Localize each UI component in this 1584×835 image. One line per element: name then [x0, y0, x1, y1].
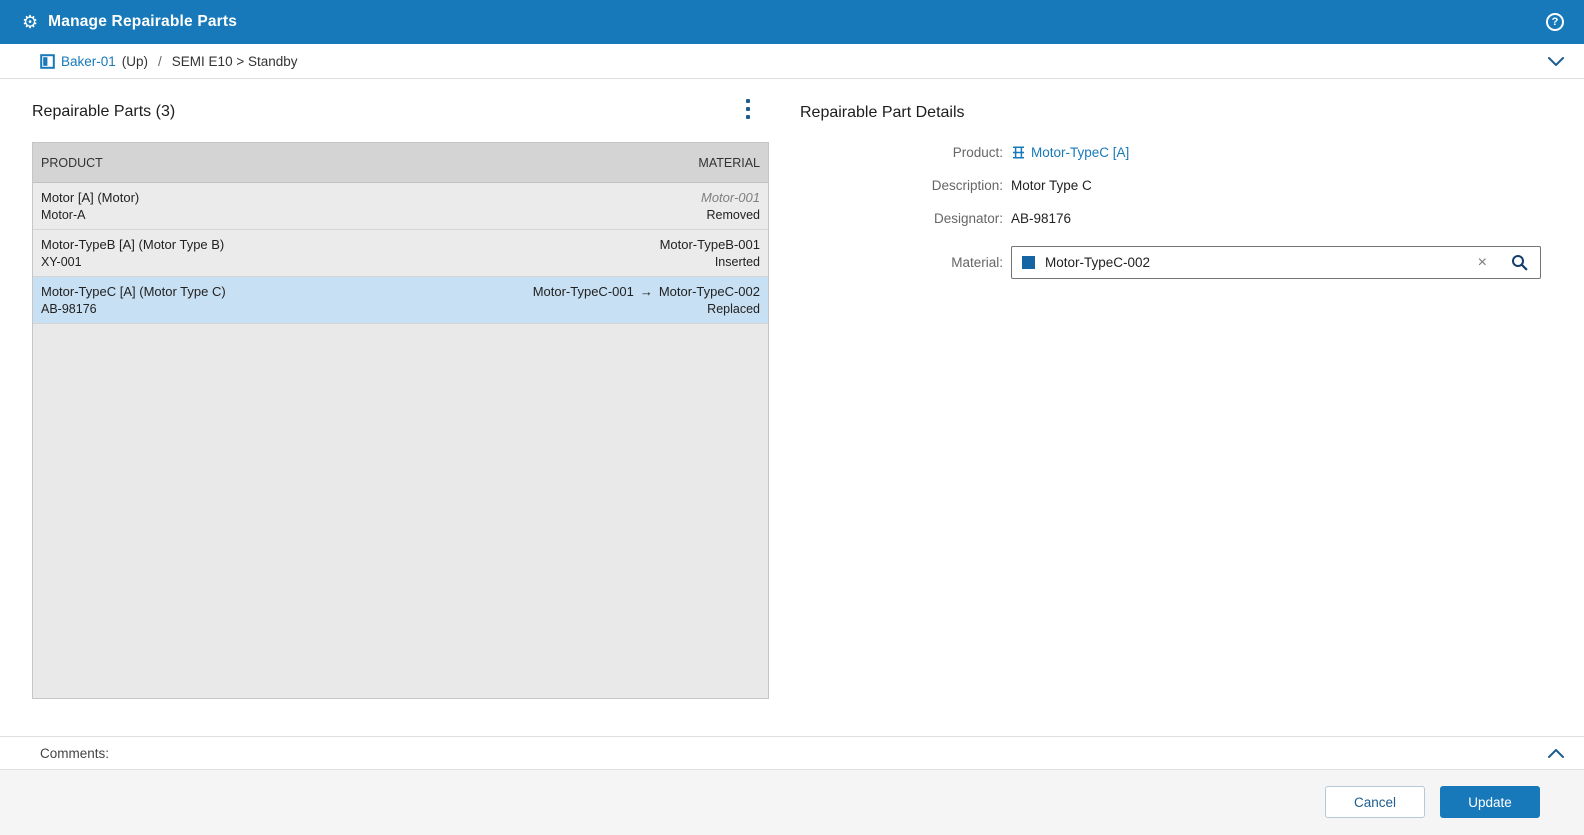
column-header-product[interactable]: PRODUCT: [41, 156, 103, 170]
product-designator: XY-001: [41, 254, 82, 269]
parts-panel-title: Repairable Parts (3): [32, 103, 176, 120]
details-panel-title: Repairable Part Details: [800, 104, 965, 121]
breadcrumb-path: SEMI E10 > Standby: [171, 53, 298, 69]
product-link[interactable]: Motor-TypeC [A]: [1011, 145, 1129, 160]
material-input-value: Motor-TypeC-002: [1045, 255, 1151, 270]
search-icon[interactable]: [1511, 254, 1528, 271]
material-change: Motor-TypeC-001 → Motor-TypeC-002: [533, 283, 760, 301]
description-label: Description:: [931, 178, 1003, 193]
material-input[interactable]: Motor-TypeC-002 ×: [1011, 246, 1541, 279]
product-name: Motor [A] (Motor): [41, 189, 140, 205]
manage-repairable-parts-dialog: ⚙ Manage Repairable Parts ? Baker-01 (Up…: [0, 0, 1584, 835]
material-label: Material:: [951, 255, 1003, 270]
field-designator: Designator: AB-98176: [800, 211, 1071, 226]
field-product: Product: Motor-TypeC [A]: [800, 145, 1130, 160]
table-row-motor[interactable]: Motor [A] (Motor) Motor-A Motor-001 Remo…: [33, 183, 768, 230]
field-material: Material: Motor-TypeC-002 ×: [800, 246, 1541, 279]
product-label: Product:: [952, 145, 1003, 160]
arrow-right-icon: →: [639, 283, 653, 299]
breadcrumb-up-action[interactable]: (Up): [122, 54, 148, 69]
designator-value: AB-98176: [1011, 211, 1072, 226]
material-status: Inserted: [714, 254, 760, 269]
material-from: Motor-TypeC-001: [532, 283, 634, 299]
parts-table-header: PRODUCT MATERIAL: [33, 143, 768, 183]
product-cell: Motor-TypeC [A] (Motor Type C) AB-98176: [41, 282, 533, 318]
chevron-up-icon[interactable]: [1548, 749, 1564, 758]
material-status: Removed: [706, 207, 761, 222]
material-cell: Motor-TypeB-001 Inserted: [660, 235, 760, 271]
product-designator: Motor-A: [41, 207, 86, 222]
product-link-label: Motor-TypeC [A]: [1031, 145, 1130, 160]
parts-table: PRODUCT MATERIAL Motor [A] (Motor) Motor…: [32, 142, 769, 699]
cancel-button[interactable]: Cancel: [1325, 786, 1425, 818]
comments-section-toggle[interactable]: Comments:: [0, 736, 1584, 770]
product-cell: Motor-TypeB [A] (Motor Type B) XY-001: [41, 235, 660, 271]
help-icon[interactable]: ?: [1546, 13, 1564, 31]
material-name: Motor-TypeB-001: [659, 236, 760, 252]
dialog-title: Manage Repairable Parts: [48, 13, 238, 30]
breadcrumb-separator: /: [158, 53, 162, 69]
product-name: Motor-TypeB [A] (Motor Type B): [41, 236, 225, 252]
close-icon[interactable]: ×: [1478, 254, 1487, 271]
description-value: Motor Type C: [1011, 178, 1092, 193]
designator-label: Designator:: [933, 211, 1003, 226]
material-swatch-icon: [1022, 256, 1035, 269]
product-name: Motor-TypeC [A] (Motor Type C): [41, 283, 226, 299]
column-header-material[interactable]: MATERIAL: [698, 156, 760, 170]
material-cell: Motor-001 Removed: [701, 188, 760, 224]
product-cell: Motor [A] (Motor) Motor-A: [41, 188, 701, 224]
comments-label: Comments:: [40, 745, 110, 761]
product-designator: AB-98176: [41, 301, 97, 316]
material-name: Motor-001: [700, 189, 760, 205]
breadcrumb: Baker-01 (Up) / SEMI E10 > Standby: [0, 44, 1584, 79]
equipment-icon: [40, 53, 55, 69]
product-icon: [1013, 146, 1024, 159]
field-description: Description: Motor Type C: [800, 178, 1092, 193]
table-row-motor-typec-selected[interactable]: Motor-TypeC [A] (Motor Type C) AB-98176 …: [33, 277, 768, 324]
table-row-motor-typeb[interactable]: Motor-TypeB [A] (Motor Type B) XY-001 Mo…: [33, 230, 768, 277]
title-bar: ⚙ Manage Repairable Parts ?: [0, 0, 1584, 44]
kebab-menu-icon[interactable]: [740, 98, 756, 120]
gear-icon: ⚙: [22, 12, 39, 32]
chevron-down-icon[interactable]: [1548, 57, 1564, 66]
material-status: Replaced: [707, 301, 760, 316]
update-button[interactable]: Update: [1440, 786, 1540, 818]
material-to: Motor-TypeC-002: [658, 283, 760, 299]
material-cell: Motor-TypeC-001 → Motor-TypeC-002 Replaced: [533, 282, 760, 318]
breadcrumb-equipment-link[interactable]: Baker-01: [61, 54, 116, 69]
